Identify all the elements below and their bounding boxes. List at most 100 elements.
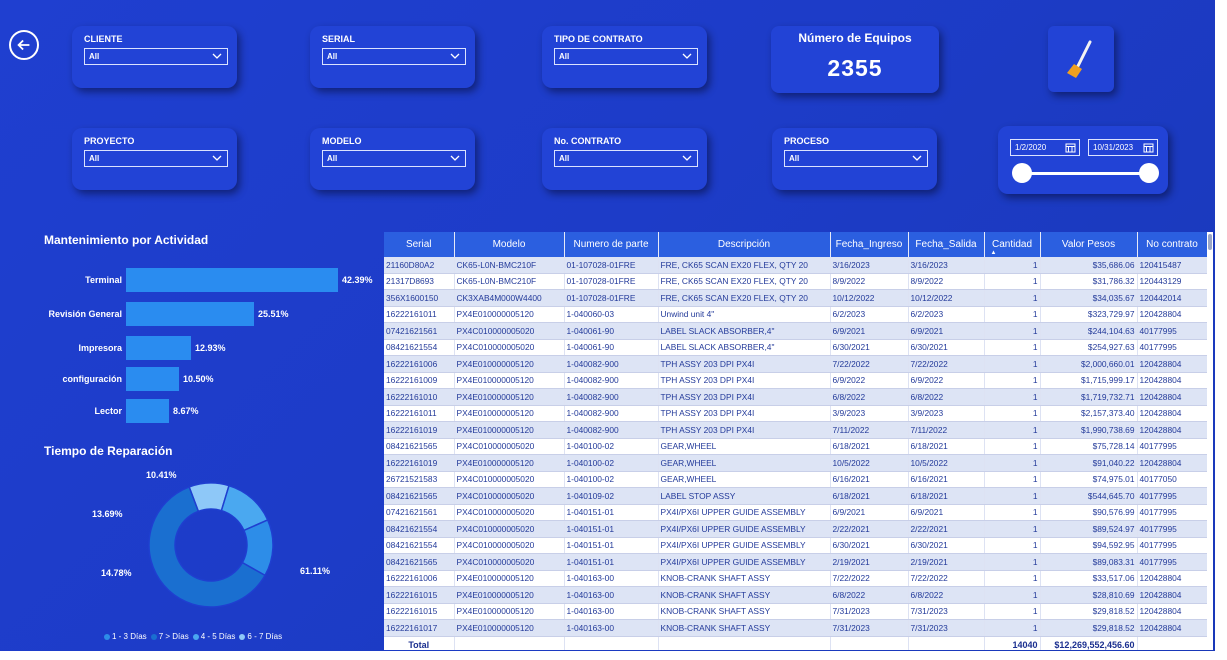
table-row[interactable]: 16222161019 PX4E010000005120 1-040100-02 GE… (384, 454, 1207, 472)
serial-dropdown[interactable]: All (322, 48, 466, 65)
table-cell: KNOB-CRANK SHAFT ASSY (658, 570, 831, 587)
table-row[interactable]: 08421621554 PX4C010000005020 1-040151-01 PX… (384, 520, 1207, 538)
table-row[interactable]: 16222161015 PX4E010000005120 1-040163-00 KN… (384, 586, 1207, 604)
table-row[interactable]: 16222161006 PX4E010000005120 1-040082-900 T… (384, 355, 1207, 373)
table-cell: 120428804 (1137, 355, 1207, 373)
slicer-cliente: CLIENTE All (72, 26, 237, 88)
table-cell: 6/30/2021 (830, 537, 909, 554)
table-cell: 40177995 (1137, 504, 1207, 521)
table-cell: PX4C010000005020 (454, 487, 565, 505)
column-header[interactable]: Fecha_Ingreso (830, 232, 909, 257)
table-cell: PX4E010000005120 (454, 355, 565, 373)
table-row[interactable]: 08421621565 PX4C010000005020 1-040100-02 GE… (384, 438, 1207, 455)
calendar-icon[interactable] (1065, 142, 1076, 153)
table-row[interactable]: 356X1600150 CK3XAB4M000W4400 01-107028-01F… (384, 289, 1207, 307)
table-cell: 120428804 (1137, 603, 1207, 620)
table-row[interactable]: 16222161017 PX4E010000005120 1-040163-00 KN… (384, 619, 1207, 637)
cliente-dropdown[interactable]: All (84, 48, 228, 65)
table-row[interactable]: 16222161011 PX4E010000005120 1-040082-900 T… (384, 405, 1207, 422)
table-cell: 08421621554 (384, 339, 455, 356)
end-date-field[interactable]: 10/31/2023 (1088, 139, 1158, 156)
date-slider-start-handle[interactable] (1012, 163, 1032, 183)
column-header[interactable]: Serial (384, 232, 455, 257)
table-cell: 21160D80A2 (384, 257, 455, 274)
table-row[interactable]: 16222161011 PX4E010000005120 1-040060-03 Un… (384, 306, 1207, 323)
table-cell: 1 (984, 603, 1041, 620)
table-row[interactable]: 16222161009 PX4E010000005120 1-040082-900 T… (384, 372, 1207, 389)
column-header[interactable]: Fecha_Salida (908, 232, 985, 257)
table-cell: $1,990,738.69 (1040, 421, 1138, 439)
column-header[interactable]: Modelo (454, 232, 565, 257)
table-row[interactable]: 07421621561 PX4C010000005020 1-040061-90 LA… (384, 322, 1207, 340)
table-cell: 7/31/2023 (908, 603, 985, 620)
table-row[interactable]: 07421621561 PX4C010000005020 1-040151-01 PX… (384, 504, 1207, 521)
back-button[interactable] (9, 30, 39, 60)
table-cell: 16222161019 (384, 454, 455, 472)
table-cell: CK65-L0N-BMC210F (454, 273, 565, 290)
table-row[interactable]: 08421621554 PX4C010000005020 1-040061-90 LA… (384, 339, 1207, 356)
table-row[interactable]: 26721521583 PX4C010000005020 1-040100-02 GE… (384, 471, 1207, 488)
table-cell: 8/9/2022 (830, 273, 909, 290)
table-row[interactable]: 08421621565 PX4C010000005020 1-040109-02 LA… (384, 487, 1207, 505)
slicer-serial: SERIAL All (310, 26, 475, 88)
table-cell: 40177995 (1137, 553, 1207, 571)
calendar-icon[interactable] (1143, 142, 1154, 153)
chevron-down-icon (212, 53, 222, 59)
column-header[interactable]: Descripción (658, 232, 831, 257)
scrollbar-thumb[interactable] (1208, 234, 1212, 250)
table-cell: 120428804 (1137, 372, 1207, 389)
broom-icon (1067, 40, 1092, 78)
table-cell: 1 (984, 537, 1041, 554)
proceso-dropdown[interactable]: All (784, 150, 928, 167)
activity-bar[interactable] (126, 336, 191, 360)
table-cell: 6/18/2021 (908, 487, 985, 505)
activity-bar-value: 42.39% (342, 275, 373, 285)
table-scrollbar[interactable] (1207, 232, 1213, 650)
table-row[interactable]: 16222161010 PX4E010000005120 1-040082-900 T… (384, 388, 1207, 406)
table-cell: 120443129 (1137, 273, 1207, 290)
total-cell: $12,269,552,456.60 (1040, 635, 1138, 650)
table-cell: PX4E010000005120 (454, 570, 565, 587)
activity-bar[interactable] (126, 399, 169, 423)
activity-bar[interactable] (126, 302, 254, 326)
table-row[interactable]: 16222161006 PX4E010000005120 1-040163-00 KN… (384, 570, 1207, 587)
date-slider-end-handle[interactable] (1139, 163, 1159, 183)
table-cell: 1 (984, 306, 1041, 323)
table-cell: 6/18/2021 (830, 487, 909, 505)
table-row[interactable]: 21317D8693 CK65-L0N-BMC210F 01-107028-01FR… (384, 273, 1207, 290)
table-cell: 2/22/2021 (830, 520, 909, 538)
table-cell: 1-040082-900 (564, 388, 659, 406)
clear-filters-button[interactable] (1048, 26, 1114, 92)
activity-bar[interactable] (126, 367, 179, 391)
table-cell: 1-040100-02 (564, 471, 659, 488)
column-header[interactable]: No contrato (1137, 232, 1207, 257)
tipo-contrato-dropdown[interactable]: All (554, 48, 698, 65)
legend-item[interactable]: 1 - 3 Días (104, 632, 147, 641)
legend-item[interactable]: 7 > Días (150, 632, 189, 641)
table-row[interactable]: 08421621565 PX4C010000005020 1-040151-01 PX… (384, 553, 1207, 571)
table-cell: 1 (984, 405, 1041, 422)
table-row[interactable]: 16222161015 PX4E010000005120 1-040163-00 KN… (384, 603, 1207, 620)
proyecto-dropdown[interactable]: All (84, 150, 228, 167)
table-cell: 40177995 (1137, 339, 1207, 356)
table-cell: 16222161015 (384, 603, 455, 620)
column-header[interactable]: Valor Pesos (1040, 232, 1138, 257)
table-row[interactable]: 08421621554 PX4C010000005020 1-040151-01 PX… (384, 537, 1207, 554)
table-cell: 16222161009 (384, 372, 455, 389)
table-row[interactable]: 21160D80A2 CK65-L0N-BMC210F 01-107028-01FR… (384, 257, 1207, 274)
modelo-dropdown[interactable]: All (322, 150, 466, 167)
dropdown-value: All (559, 154, 570, 163)
column-header[interactable]: Cantidad ▲ (984, 232, 1041, 257)
legend-item[interactable]: 6 - 7 Días (239, 632, 282, 641)
no-contrato-dropdown[interactable]: All (554, 150, 698, 167)
table-cell: GEAR,WHEEL (658, 454, 831, 472)
table-row[interactable]: 16222161019 PX4E010000005120 1-040082-900 T… (384, 421, 1207, 439)
activity-bar[interactable] (126, 268, 338, 292)
table-cell: $74,975.01 (1040, 471, 1138, 488)
activity-bar-label: Revisión General (48, 309, 122, 319)
table-cell: 01-107028-01FRE (564, 289, 659, 307)
column-header[interactable]: Numero de parte (564, 232, 659, 257)
date-slider-track[interactable] (1022, 172, 1149, 175)
start-date-field[interactable]: 1/2/2020 (1010, 139, 1080, 156)
legend-item[interactable]: 4 - 5 Días (192, 632, 235, 641)
